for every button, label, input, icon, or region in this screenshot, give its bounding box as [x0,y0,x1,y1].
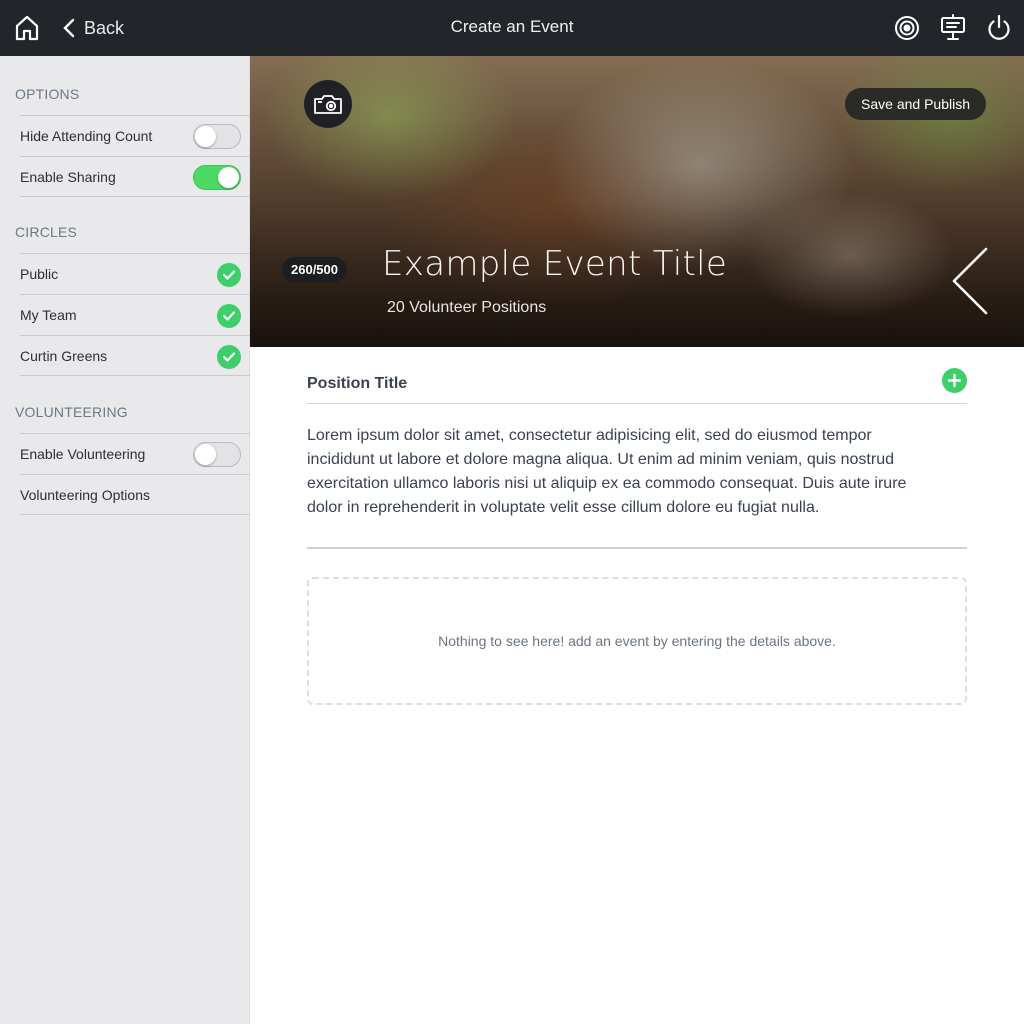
sidebar-item-label: Curtin Greens [20,347,108,364]
enable-sharing-toggle[interactable] [193,165,241,190]
check-icon[interactable] [217,304,241,328]
position-title-label: Position Title [307,375,408,392]
sidebar: OPTIONS Hide Attending Count Enable Shar… [0,56,250,1024]
camera-button[interactable] [304,80,352,128]
chevron-left-icon[interactable] [950,246,990,316]
back-button[interactable]: Back [62,14,124,42]
page-title: Create an Event [450,17,574,36]
hide-attending-count-toggle[interactable] [193,124,241,149]
circles-heading: CIRCLES [15,224,78,240]
sidebar-item-curtin-greens[interactable]: Curtin Greens [20,335,250,376]
sidebar-item-my-team[interactable]: My Team [20,294,250,335]
power-icon[interactable] [985,13,1013,43]
chevron-left-icon [63,18,75,38]
character-counter: 260/500 [282,257,347,282]
check-icon[interactable] [217,345,241,369]
home-icon[interactable] [14,14,40,42]
add-position-button[interactable] [942,368,967,393]
empty-state-text: Nothing to see here! add an event by ent… [438,633,836,649]
event-cover-image: Save and Publish 260/500 Example Event T… [250,56,1024,347]
event-title-field[interactable]: Example Event Title [382,244,727,284]
sidebar-item-hide-attending-count: Hide Attending Count [20,115,250,156]
sidebar-item-label: Volunteering Options [20,486,150,503]
toggle-knob [218,167,239,188]
toggle-knob [195,444,216,465]
event-description[interactable]: Lorem ipsum dolor sit amet, consectetur … [307,424,917,520]
check-icon[interactable] [217,263,241,287]
sidebar-item-enable-sharing: Enable Sharing [20,156,250,197]
top-bar: Back Create an Event [0,0,1024,56]
sidebar-item-label: Public [20,266,59,282]
divider [307,547,967,549]
sidebar-item-volunteering-options[interactable]: Volunteering Options [20,474,250,515]
sidebar-item-label: My Team [20,307,77,323]
divider [307,403,967,404]
toggle-knob [195,126,216,147]
sidebar-item-public[interactable]: Public [20,253,250,294]
target-icon[interactable] [893,13,921,43]
empty-state: Nothing to see here! add an event by ent… [307,577,967,705]
volunteering-heading: VOLUNTEERING [15,404,128,420]
options-heading: OPTIONS [15,86,80,102]
sidebar-item-enable-volunteering: Enable Volunteering [20,433,250,474]
plus-icon [947,373,962,388]
volunteer-positions-text: 20 Volunteer Positions [387,299,547,316]
presentation-icon[interactable] [939,13,967,43]
enable-volunteering-toggle[interactable] [193,442,241,467]
save-and-publish-button[interactable]: Save and Publish [845,88,986,120]
back-label: Back [84,17,125,38]
camera-icon [314,95,342,114]
